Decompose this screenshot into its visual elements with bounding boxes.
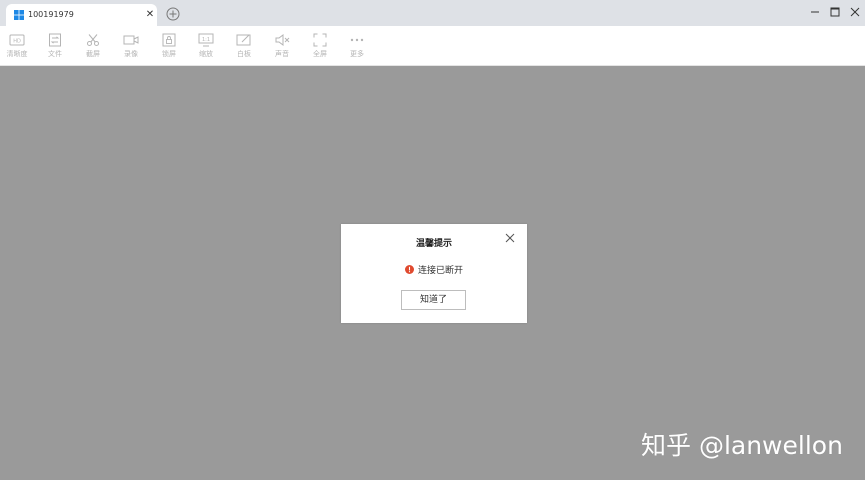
video-camera-icon	[123, 35, 139, 45]
tab-session[interactable]: 100191979 ✕	[6, 4, 157, 26]
maximize-icon[interactable]	[828, 5, 842, 19]
window-close-icon[interactable]	[848, 5, 862, 19]
toolbar-record-button[interactable]: 录像	[116, 33, 146, 63]
toolbar-file-button[interactable]: 文件	[40, 33, 70, 63]
lock-screen-icon	[162, 33, 176, 47]
toolbar-screenshot-button[interactable]: 截屏	[78, 33, 108, 63]
toolbar-label: 录像	[124, 50, 138, 58]
toolbar-lock-button[interactable]: 锁屏	[154, 33, 184, 63]
windows-logo-icon	[14, 10, 24, 20]
toolbar-fullscreen-button[interactable]: 全屏	[305, 33, 335, 63]
tab-title: 100191979	[28, 10, 74, 19]
toolbar: HD 清晰度 文件 截屏 录像 锁屏 1:1 缩放 白板 声音 全屏 更多	[0, 26, 865, 66]
dialog-title: 温馨提示	[415, 239, 452, 249]
hd-icon: HD	[9, 34, 25, 46]
toolbar-label: 声音	[275, 50, 289, 58]
minimize-icon[interactable]	[808, 5, 822, 19]
toolbar-label: 截屏	[86, 50, 100, 58]
scissors-icon	[87, 34, 99, 46]
toolbar-label: 清晰度	[6, 50, 28, 58]
more-icon	[350, 38, 364, 42]
toolbar-label: 缩放	[199, 50, 213, 58]
dialog-close-icon[interactable]	[504, 232, 516, 244]
toolbar-more-button[interactable]: 更多	[342, 33, 372, 63]
svg-text:1:1: 1:1	[202, 37, 210, 43]
toolbar-label: 全屏	[313, 50, 327, 58]
toolbar-sound-button[interactable]: 声音	[267, 33, 297, 63]
disconnect-dialog: 温馨提示 连接已断开 知道了	[341, 224, 527, 323]
new-tab-plus-icon[interactable]	[166, 7, 180, 21]
toolbar-label: 白板	[237, 50, 251, 58]
fullscreen-icon	[313, 33, 327, 47]
toolbar-label: 文件	[48, 50, 62, 58]
scale-icon: 1:1	[198, 33, 214, 47]
file-transfer-icon	[49, 33, 61, 47]
acknowledge-button[interactable]: 知道了	[401, 290, 466, 310]
title-bar: 100191979 ✕	[0, 0, 865, 26]
warning-icon	[404, 265, 414, 274]
toolbar-whiteboard-button[interactable]: 白板	[229, 33, 259, 63]
speaker-mute-icon	[275, 34, 290, 46]
tab-close-icon[interactable]: ✕	[144, 8, 156, 22]
toolbar-scale-button[interactable]: 1:1 缩放	[191, 33, 221, 63]
whiteboard-icon	[236, 34, 251, 46]
toolbar-label: 更多	[350, 50, 364, 58]
dialog-message-row: 连接已断开	[341, 263, 527, 276]
toolbar-label: 锁屏	[162, 50, 176, 58]
toolbar-resolution-button[interactable]: HD 清晰度	[2, 33, 32, 63]
watermark: 知乎 @lanwellon	[641, 431, 843, 460]
dialog-message: 连接已断开	[417, 266, 463, 276]
svg-text:HD: HD	[13, 39, 21, 45]
